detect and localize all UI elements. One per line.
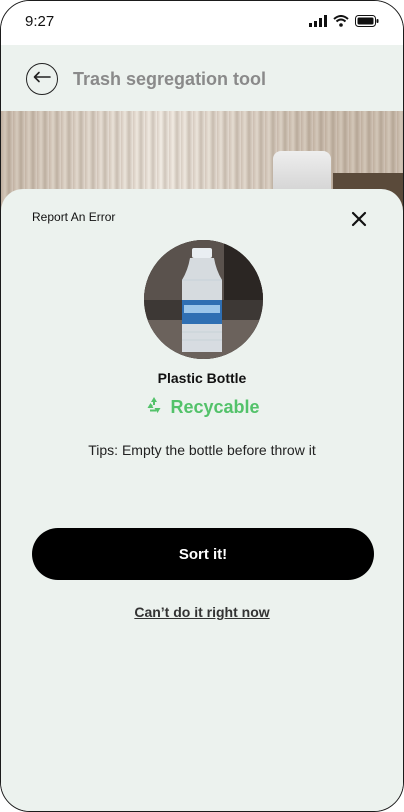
status-bar: 9:27 xyxy=(1,1,403,45)
page-title: Trash segregation tool xyxy=(73,69,267,89)
category-label: Recycable xyxy=(1,395,403,420)
recycle-icon xyxy=(144,395,164,420)
app-header: Trash segregation tool xyxy=(1,45,403,111)
cant-do-now-link[interactable]: Can’t do it right now xyxy=(1,604,403,620)
signal-icon xyxy=(309,14,327,32)
category-text: Recycable xyxy=(170,397,260,417)
result-sheet: Report An Error Plastic Bottle Recycable… xyxy=(1,189,403,811)
item-photo xyxy=(144,240,263,359)
phone-frame: 9:27 Trash segregation tool Report An Er… xyxy=(0,0,404,812)
wifi-icon xyxy=(333,14,349,32)
status-time: 9:27 xyxy=(25,13,55,30)
battery-icon xyxy=(355,14,379,32)
item-name: Plastic Bottle xyxy=(157,370,247,386)
close-icon[interactable] xyxy=(349,209,369,229)
tip-text: Tips: Empty the bottle before throw it xyxy=(88,442,316,458)
back-button[interactable] xyxy=(26,63,58,95)
arrow-left-icon xyxy=(33,70,51,88)
report-error-link[interactable]: Report An Error xyxy=(32,210,115,224)
status-icons xyxy=(309,14,379,32)
sort-button[interactable]: Sort it! xyxy=(32,528,374,580)
